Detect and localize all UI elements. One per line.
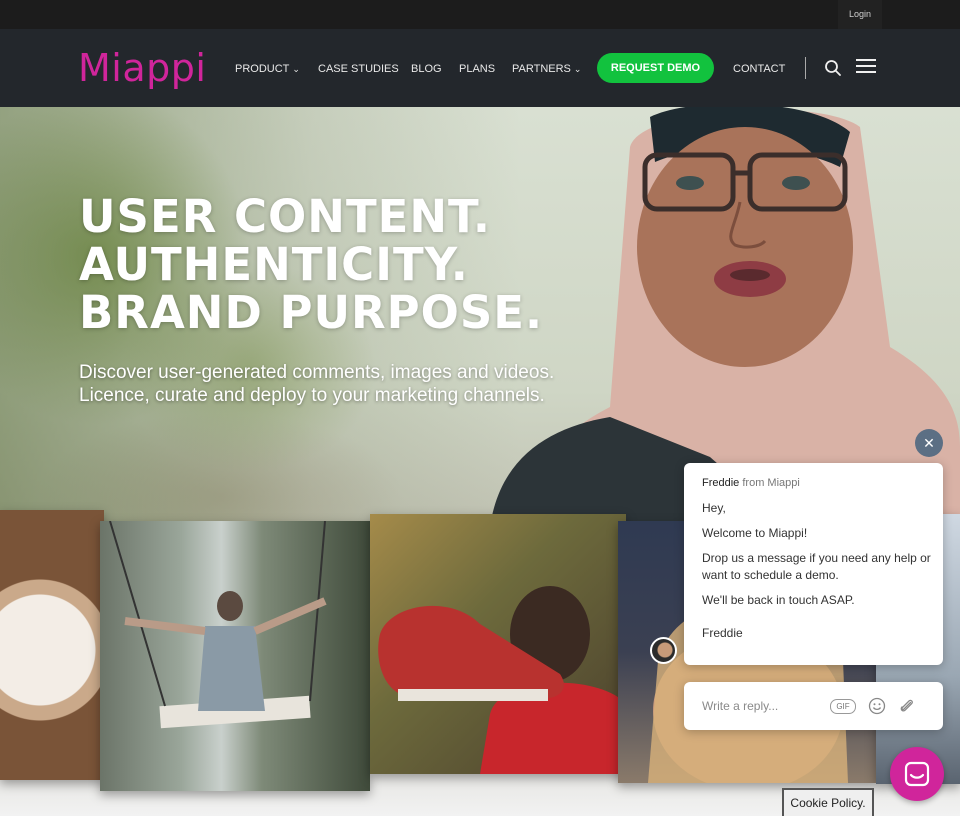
chat-launcher-button[interactable] [890,747,944,801]
nav-item-label: PARTNERS [512,63,571,75]
nav-divider [805,57,806,79]
chat-message: We'll be back in touch ASAP. [702,593,855,607]
chevron-down-icon: ⌄ [573,64,582,74]
chat-sender: Freddie from Miappi [702,477,800,489]
hero-subtitle-line: Licence, curate and deploy to your marke… [79,385,545,406]
hero-headline-line: AUTHENTICITY. [79,238,469,291]
chat-agent-avatar [650,637,677,664]
emoji-icon[interactable] [868,697,886,715]
nav-item-label: CONTACT [733,63,786,75]
nav-item-label: PLANS [459,63,496,75]
chat-reply-input[interactable] [702,696,832,716]
chat-launcher-icon [904,761,930,787]
nav-item-product[interactable]: PRODUCT ⌄ [235,62,300,76]
nav-item-partners[interactable]: PARTNERS ⌄ [512,62,581,76]
top-utility-bar: Login [0,0,960,29]
chat-reply-box: GIF [684,682,943,730]
photo-card-swing [100,521,370,791]
brand-logo-wordmark: Miappi [78,46,207,90]
request-demo-button[interactable]: REQUEST DEMO [597,53,714,83]
chat-message-card: Freddie from Miappi Hey, Welcome to Miap… [684,463,943,665]
nav-item-plans[interactable]: PLANS [459,62,495,76]
chat-close-button[interactable]: ✕ [915,429,943,457]
nav-item-label: BLOG [411,63,442,75]
nav-item-label: PRODUCT [235,63,290,75]
photo-card-sneaker [370,514,626,774]
chat-message: Hey, [702,501,726,515]
hero-headline: USER CONTENT. AUTHENTICITY. BRAND PURPOS… [79,193,543,337]
nav-item-contact[interactable]: CONTACT [733,62,785,76]
chat-agent-org: from Miappi [742,477,800,489]
brand-logo[interactable]: Miappi [78,45,207,93]
photo-card-latte [0,510,104,780]
chat-message: Freddie [702,626,743,640]
hero-headline-line: USER CONTENT. [79,190,492,243]
cookie-policy-link[interactable]: Cookie Policy. [782,788,874,816]
gif-button[interactable]: GIF [830,699,856,714]
paperclip-icon[interactable] [898,697,916,715]
hero-subtitle-line: Discover user-generated comments, images… [79,362,555,383]
chat-message: Welcome to Miappi! [702,526,808,540]
hero-headline-line: BRAND PURPOSE. [79,286,544,339]
login-link[interactable]: Login [838,0,882,29]
nav-item-label: CASE STUDIES [318,63,399,75]
hero-subtitle: Discover user-generated comments, images… [79,361,554,407]
chat-agent-name: Freddie [702,477,740,489]
search-icon[interactable] [824,59,842,77]
hamburger-menu-icon[interactable] [856,59,876,75]
nav-item-blog[interactable]: BLOG [411,62,442,76]
nav-item-case-studies[interactable]: CASE STUDIES [318,62,399,76]
chat-message: Drop us a message if you need any help o… [702,551,931,582]
chevron-down-icon: ⌄ [292,64,300,74]
